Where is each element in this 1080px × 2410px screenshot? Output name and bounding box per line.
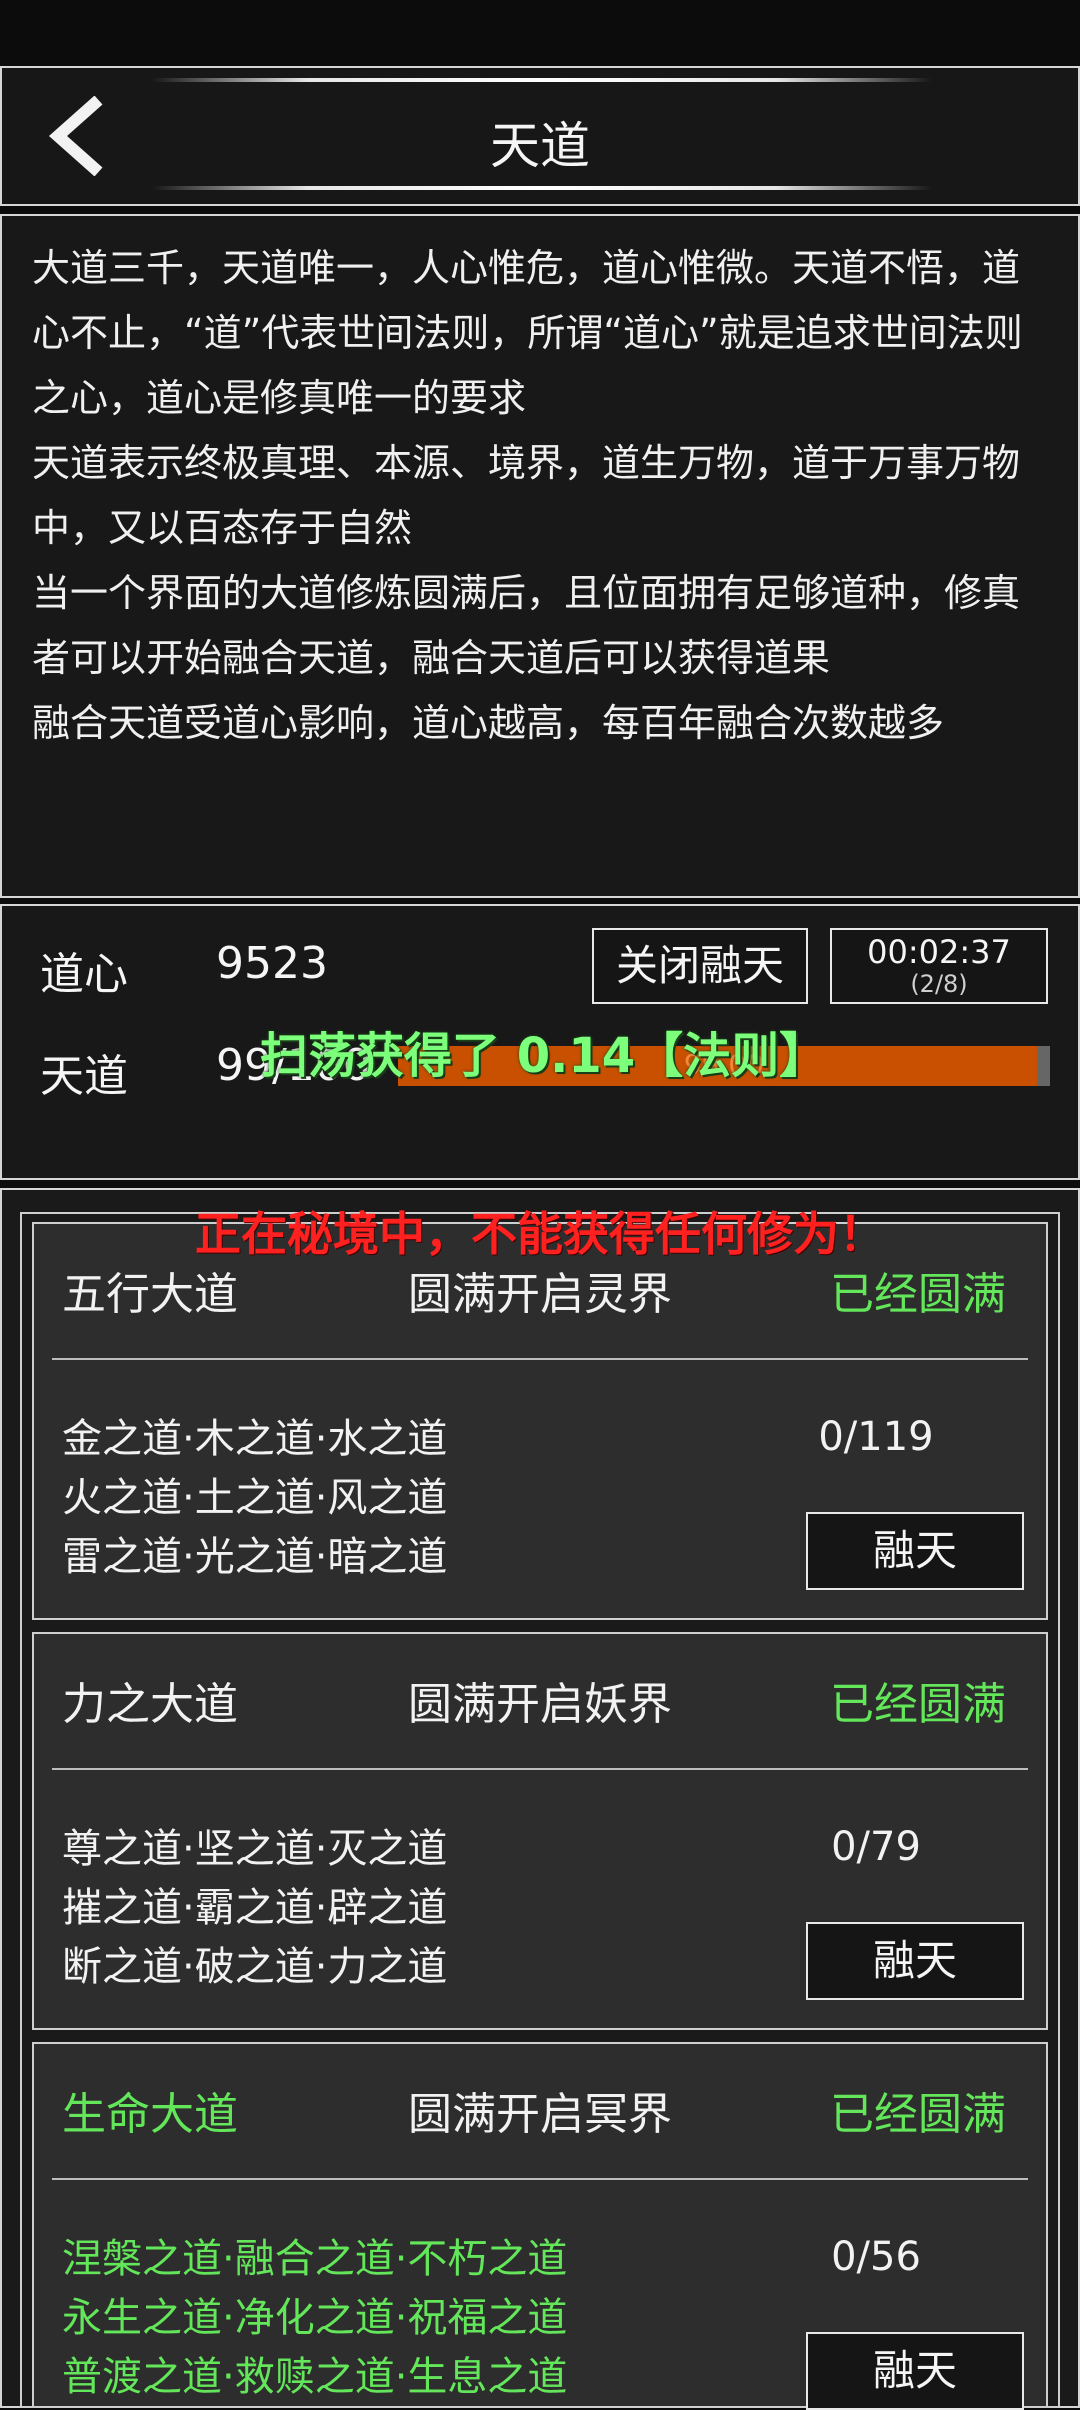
daoxin-label: 道心 xyxy=(40,949,128,1000)
dao-line: 尊之道·坚之道·灭之道 xyxy=(62,1826,448,1872)
fusion-button[interactable]: 融天 xyxy=(806,1922,1024,2000)
header-bar: 天道 xyxy=(0,66,1080,206)
card-divider xyxy=(52,1768,1028,1770)
daoxin-value: 9523 xyxy=(216,938,328,989)
dao-status: 已经圆满 xyxy=(830,1269,1006,1320)
dao-line: 摧之道·霸之道·辟之道 xyxy=(62,1885,448,1931)
dao-line: 涅槃之道·融合之道·不朽之道 xyxy=(62,2236,568,2282)
toast-message: 扫荡获得了 0.14【法则】 xyxy=(260,1028,828,1084)
dao-list: 金之道·木之道·水之道 火之道·土之道·风之道 雷之道·光之道·暗之道 xyxy=(62,1410,447,1587)
dao-line: 雷之道·光之道·暗之道 xyxy=(62,1534,448,1580)
timer-sub-text: (2/8) xyxy=(910,970,968,998)
dao-line: 普渡之道·救赎之道·生息之道 xyxy=(62,2354,568,2400)
description-panel: 大道三千，天道唯一，人心惟危，道心惟微。天道不悟，道心不止，“道”代表世间法则，… xyxy=(0,214,1080,898)
warning-message: 正在秘境中，不能获得任何修为！ xyxy=(195,1207,885,1261)
dao-list: 涅槃之道·融合之道·不朽之道 永生之道·净化之道·祝福之道 普渡之道·救赎之道·… xyxy=(62,2230,567,2407)
fusion-button[interactable]: 融天 xyxy=(806,1512,1024,1590)
header-bottom-line xyxy=(152,186,932,190)
fusion-button[interactable]: 融天 xyxy=(806,2332,1024,2410)
page-title: 天道 xyxy=(490,117,590,175)
dao-status: 已经圆满 xyxy=(830,1679,1006,1730)
card-divider xyxy=(52,2178,1028,2180)
header-top-line xyxy=(152,78,932,82)
description-line: 天道表示终极真理、本源、境界，道生万物，道于万事万物中，又以百态存于自然 xyxy=(32,441,1021,550)
description-line: 融合天道受道心影响，道心越高，每百年融合次数越多 xyxy=(32,701,945,745)
description-line: 当一个界面的大道修炼圆满后，且位面拥有足够道种，修真者可以开始融合天道，融合天道… xyxy=(32,571,1021,680)
description-line: 大道三千，天道唯一，人心惟危，道心惟微。天道不悟，道心不止，“道”代表世间法则，… xyxy=(32,246,1023,420)
close-fusion-button[interactable]: 关闭融天 xyxy=(592,928,808,1004)
dao-count: 0/56 xyxy=(831,2234,921,2280)
dao-line: 火之道·土之道·风之道 xyxy=(62,1475,448,1521)
dao-status: 已经圆满 xyxy=(830,2089,1006,2140)
dao-card: 力之大道 圆满开启妖界 已经圆满 尊之道·坚之道·灭之道 摧之道·霸之道·辟之道… xyxy=(32,1632,1048,2030)
timer-box: 00:02:37 (2/8) xyxy=(830,928,1048,1004)
description-text: 大道三千，天道唯一，人心惟危，道心惟微。天道不悟，道心不止，“道”代表世间法则，… xyxy=(32,236,1048,756)
timer-text: 00:02:37 xyxy=(867,933,1011,971)
dao-line: 金之道·木之道·水之道 xyxy=(62,1416,448,1462)
dao-line: 永生之道·净化之道·祝福之道 xyxy=(62,2295,568,2341)
tiandao-label: 天道 xyxy=(40,1051,128,1102)
dao-list: 尊之道·坚之道·灭之道 摧之道·霸之道·辟之道 断之道·破之道·力之道 xyxy=(62,1820,447,1997)
dao-card: 五行大道 圆满开启灵界 已经圆满 金之道·木之道·水之道 火之道·土之道·风之道… xyxy=(32,1222,1048,1620)
dao-card: 生命大道 圆满开启冥界 已经圆满 涅槃之道·融合之道·不朽之道 永生之道·净化之… xyxy=(32,2042,1048,2410)
dao-count: 0/119 xyxy=(818,1414,934,1460)
dao-line: 断之道·破之道·力之道 xyxy=(62,1944,448,1990)
dao-count: 0/79 xyxy=(831,1824,921,1870)
card-divider xyxy=(52,1358,1028,1360)
